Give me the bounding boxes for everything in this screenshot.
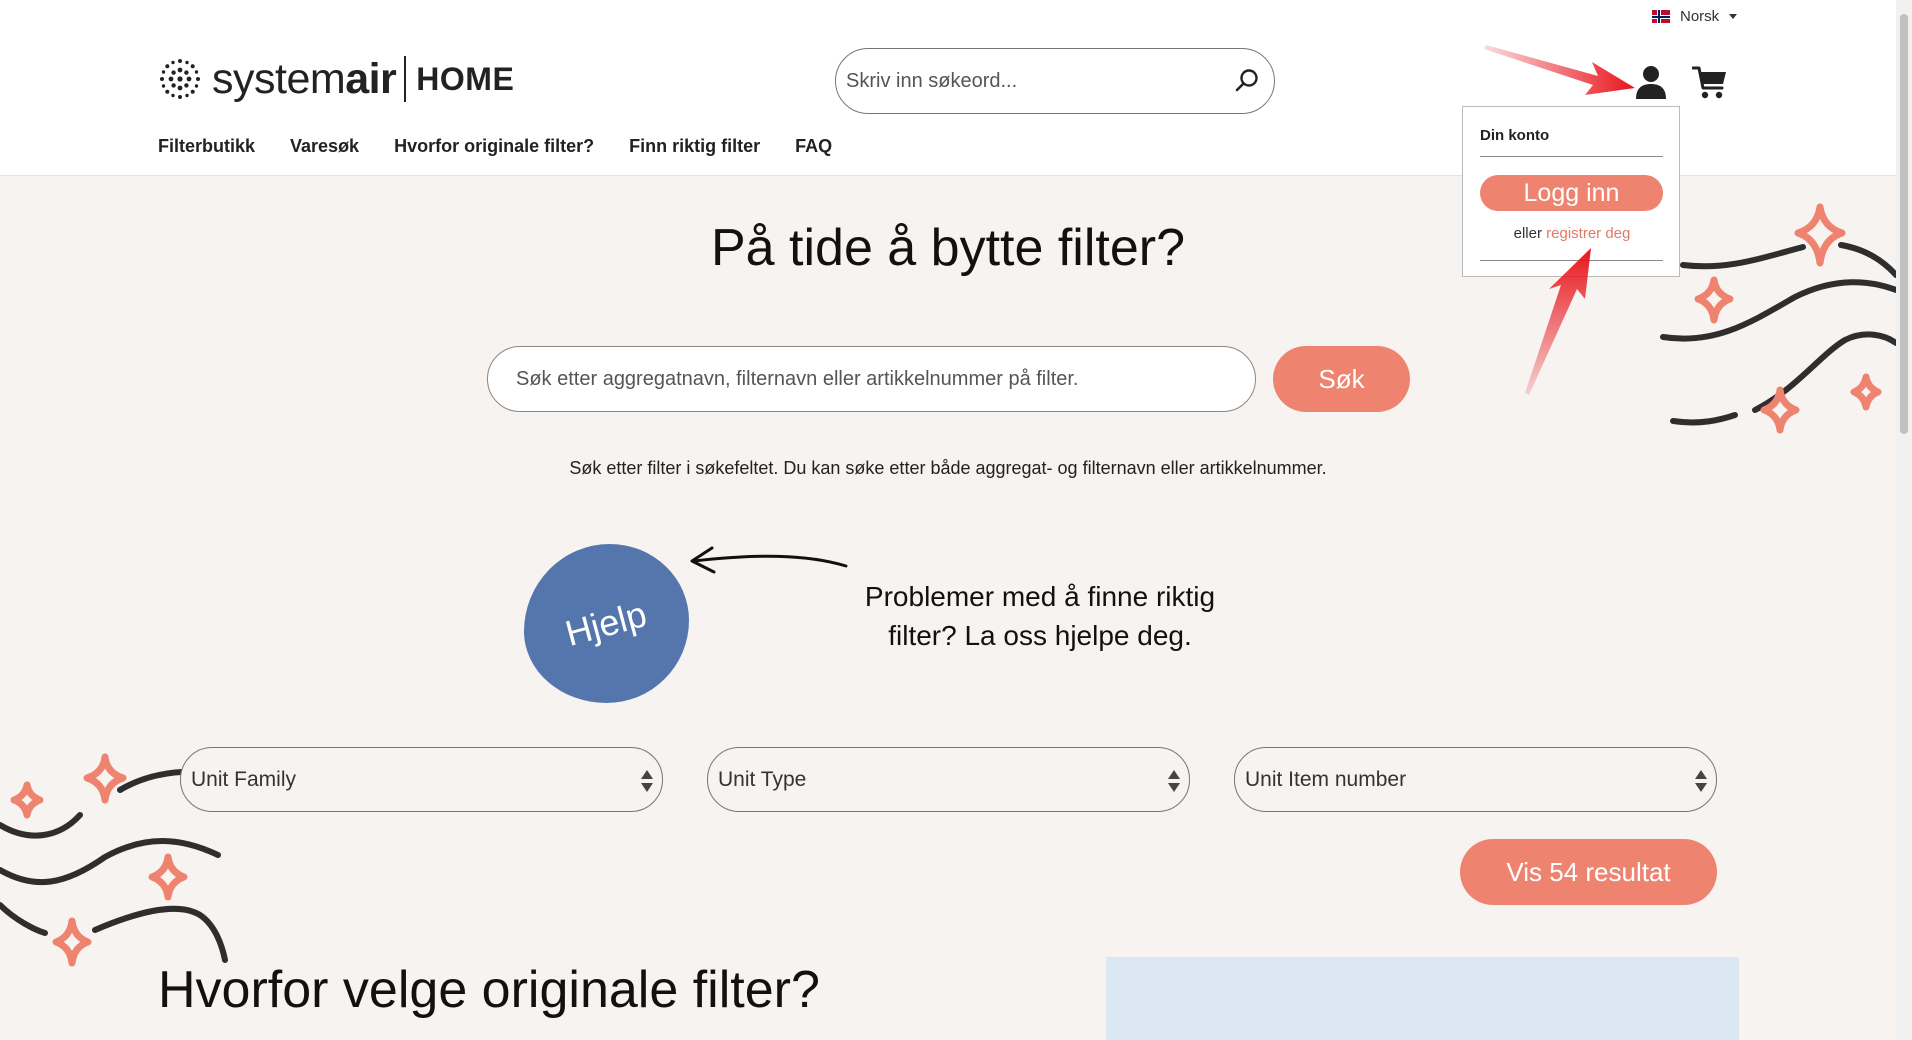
nav-hvorfor-originale-filter[interactable]: Hvorfor originale filter? [394, 136, 594, 157]
info-panel [1106, 957, 1739, 1040]
account-dropdown-title: Din konto [1480, 127, 1550, 144]
main-nav: Filterbutikk Varesøk Hvorfor originale f… [158, 136, 832, 157]
language-label: Norsk [1680, 8, 1720, 25]
or-text: eller [1513, 225, 1542, 242]
help-text: Problemer med å finne riktig filter? La … [864, 581, 1216, 651]
filter-search-input[interactable] [516, 367, 1227, 391]
search-helper-text: Søk etter filter i søkefeltet. Du kan sø… [569, 458, 1327, 478]
caret-down-icon [1729, 14, 1738, 19]
header-search [835, 48, 1275, 114]
scrollbar-thumb[interactable] [1900, 14, 1908, 434]
login-button[interactable]: Logg inn [1480, 175, 1663, 211]
select-arrows-icon [1695, 770, 1707, 792]
header-search-input[interactable] [846, 69, 1234, 93]
systemair-dots-icon [160, 59, 200, 99]
select-arrows-icon [641, 770, 653, 792]
logo-wordmark: systemair [212, 54, 397, 103]
nav-finn-riktig-filter[interactable]: Finn riktig filter [629, 136, 760, 157]
unit-item-number-value: Unit Item number [1245, 767, 1407, 791]
search-icon[interactable] [1234, 68, 1260, 94]
help-badge[interactable]: Hjelp [524, 544, 689, 703]
logo-divider [404, 56, 407, 102]
nav-filterbutikk[interactable]: Filterbutikk [158, 136, 255, 157]
shopping-cart-icon[interactable] [1692, 64, 1728, 100]
logo[interactable]: systemair HOME [158, 52, 514, 106]
register-prompt: eller registrer deg [1463, 225, 1681, 242]
unit-type-value: Unit Type [718, 767, 807, 791]
user-account-icon[interactable] [1634, 64, 1668, 100]
account-dropdown: Din konto Logg inn eller registrer deg [1462, 106, 1680, 277]
section-title: Hvorfor velge originale filter? [158, 961, 820, 1019]
unit-type-select[interactable]: Unit Type [707, 747, 1190, 812]
norway-flag-icon [1652, 10, 1670, 23]
help-badge-label: Hjelp [561, 592, 652, 654]
filter-search-box [487, 346, 1256, 412]
divider [1480, 156, 1663, 157]
select-arrows-icon [1168, 770, 1180, 792]
logo-home: HOME [416, 60, 515, 97]
arrow-left-icon [690, 546, 848, 574]
language-selector[interactable]: Norsk [1652, 8, 1738, 25]
show-results-button[interactable]: Vis 54 resultat [1460, 839, 1717, 905]
unit-family-select[interactable]: Unit Family [180, 747, 663, 812]
page-scrollbar[interactable] [1896, 0, 1912, 1040]
divider [1480, 260, 1663, 261]
unit-family-value: Unit Family [191, 767, 297, 791]
unit-item-number-select[interactable]: Unit Item number [1234, 747, 1717, 812]
nav-faq[interactable]: FAQ [795, 136, 832, 157]
register-link[interactable]: registrer deg [1546, 225, 1630, 242]
search-button[interactable]: Søk [1273, 346, 1410, 412]
nav-varesok[interactable]: Varesøk [290, 136, 359, 157]
